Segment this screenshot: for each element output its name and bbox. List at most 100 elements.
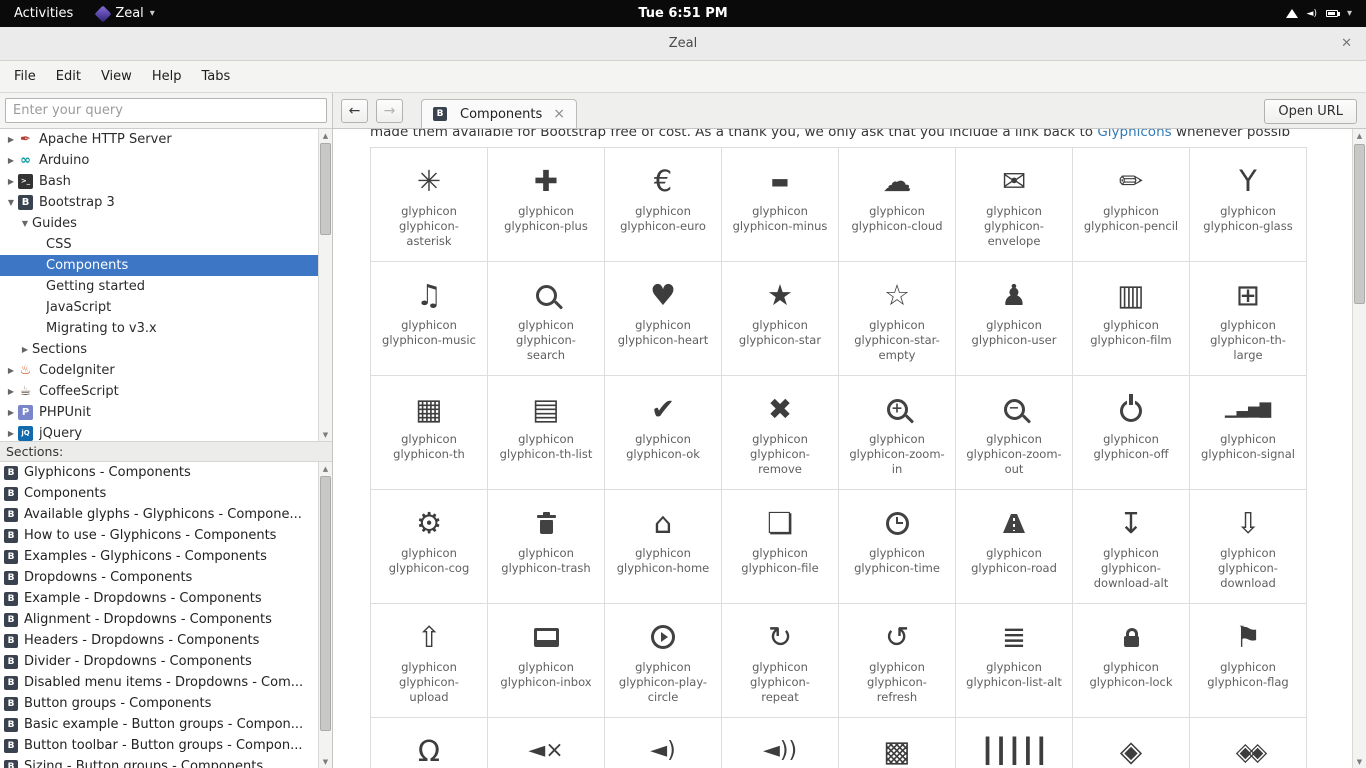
tree-item-sections[interactable]: ▶ Sections (0, 339, 332, 360)
back-button[interactable]: ← (341, 98, 368, 123)
section-item-available-glyphs-glyphicons-compone[interactable]: B Available glyphs - Glyphicons - Compone… (0, 504, 332, 525)
section-item-basic-example-button-groups-compon[interactable]: B Basic example - Button groups - Compon.… (0, 714, 332, 735)
expander-icon[interactable]: ▶ (4, 387, 18, 396)
envelope-icon: ✉ (1001, 163, 1027, 198)
expander-icon[interactable]: ▶ (4, 156, 18, 165)
scroll-down-icon[interactable]: ▼ (319, 755, 332, 768)
glyph-cell-th-list: ▤ glyphicon glyphicon-th-list (488, 376, 605, 490)
section-item-disabled-menu-items-dropdowns-com[interactable]: B Disabled menu items - Dropdowns - Com..… (0, 672, 332, 693)
menu-edit[interactable]: Edit (46, 64, 91, 89)
section-item-dropdowns-components[interactable]: B Dropdowns - Components (0, 567, 332, 588)
scroll-down-icon[interactable]: ▼ (1353, 755, 1366, 768)
glyphicons-link[interactable]: Glyphicons (1097, 129, 1171, 140)
tree-item-css[interactable]: CSS (0, 234, 332, 255)
tree-item-coffeescript[interactable]: ▶ ☕ CoffeeScript (0, 381, 332, 402)
scroll-up-icon[interactable]: ▲ (319, 129, 332, 142)
expander-icon[interactable]: ▼ (4, 198, 18, 207)
glyph-cell-upload: ⇧ glyphicon glyphicon-upload (371, 604, 488, 718)
content-scrollbar[interactable]: ▲ ▼ (1352, 129, 1366, 768)
star-empty-icon: ☆ (884, 277, 910, 312)
section-item-example-dropdowns-components[interactable]: B Example - Dropdowns - Components (0, 588, 332, 609)
tree-item-guides[interactable]: ▼ Guides (0, 213, 332, 234)
glyph-cell-remove: ✖ glyphicon glyphicon-remove (722, 376, 839, 490)
tree-item-phpunit[interactable]: ▶ P PHPUnit (0, 402, 332, 423)
expander-icon[interactable]: ▶ (18, 345, 32, 354)
section-item-button-toolbar-button-groups-compon[interactable]: B Button toolbar - Button groups - Compon… (0, 735, 332, 756)
section-item-glyphicons-components[interactable]: B Glyphicons - Components (0, 462, 332, 483)
sections-scrollbar[interactable]: ▲ ▼ (318, 462, 332, 768)
menu-file[interactable]: File (4, 64, 46, 89)
content-scrollbar-thumb[interactable] (1354, 144, 1365, 304)
clock[interactable]: Tue 6:51 PM (638, 6, 727, 21)
tree-item-arduino[interactable]: ▶ ∞ Arduino (0, 150, 332, 171)
menu-help[interactable]: Help (142, 64, 192, 89)
scroll-up-icon[interactable]: ▲ (1353, 129, 1366, 142)
section-item-button-groups-components[interactable]: B Button groups - Components (0, 693, 332, 714)
expander-icon[interactable]: ▶ (4, 408, 18, 417)
bootstrap-icon: B (4, 528, 18, 543)
glyph-label: glyphicon glyphicon-film (1090, 318, 1172, 347)
scroll-down-icon[interactable]: ▼ (319, 428, 332, 441)
bootstrap-icon: B (4, 738, 18, 753)
section-item-components[interactable]: B Components (0, 483, 332, 504)
tree-scrollbar[interactable]: ▲ ▼ (318, 129, 332, 441)
section-item-alignment-dropdowns-components[interactable]: B Alignment - Dropdowns - Components (0, 609, 332, 630)
glyph-label: glyphicon glyphicon-heart (617, 318, 709, 347)
expander-icon[interactable]: ▶ (4, 429, 18, 438)
tab-components[interactable]: B Components × (421, 99, 577, 128)
section-item-divider-dropdowns-components[interactable]: B Divider - Dropdowns - Components (0, 651, 332, 672)
tree-item-migrating-to-v3-x[interactable]: Migrating to v3.x (0, 318, 332, 339)
section-item-sizing-button-groups-components[interactable]: B Sizing - Button groups - Components (0, 756, 332, 768)
euro-icon: € (653, 163, 673, 198)
expander-icon[interactable]: ▶ (4, 135, 18, 144)
window-body: ▶✒Apache HTTP Server▶∞Arduino▶>_Bash▼BBo… (0, 93, 1366, 768)
plus-icon: ✚ (533, 163, 559, 198)
tree-item-label: JavaScript (46, 300, 112, 315)
tree-item-bootstrap-3[interactable]: ▼ B Bootstrap 3 (0, 192, 332, 213)
expander-icon[interactable]: ▶ (4, 177, 18, 186)
sections-scrollbar-thumb[interactable] (320, 476, 331, 731)
chevron-down-icon: ▾ (149, 8, 155, 19)
glyph-label: glyphicon glyphicon-download-alt (1093, 546, 1169, 590)
bootstrap-icon: B (4, 759, 18, 768)
tree-item-getting-started[interactable]: Getting started (0, 276, 332, 297)
tree-item-bash[interactable]: ▶ >_ Bash (0, 171, 332, 192)
star-icon: ★ (767, 277, 793, 312)
menu-view[interactable]: View (91, 64, 142, 89)
arduino-docset-icon: ∞ (20, 153, 31, 168)
bootstrap-icon: B (4, 696, 18, 711)
glyph-cell-volume-down: ◄)glyphicon glyphicon-volume-down (605, 718, 722, 768)
open-url-button[interactable]: Open URL (1264, 99, 1357, 124)
system-status-area[interactable]: ◄) ▾ (1285, 8, 1366, 19)
volume-icon: ◄) (1306, 8, 1317, 19)
activities-button[interactable]: Activities (0, 6, 87, 21)
section-item-how-to-use-glyphicons-components[interactable]: B How to use - Glyphicons - Components (0, 525, 332, 546)
section-item-examples-glyphicons-components[interactable]: B Examples - Glyphicons - Components (0, 546, 332, 567)
glyph-cell-repeat: ↻ glyphicon glyphicon-repeat (722, 604, 839, 718)
window-titlebar[interactable]: Zeal ✕ (0, 27, 1366, 61)
tree-item-codeigniter[interactable]: ▶ ♨ CodeIgniter (0, 360, 332, 381)
tree-item-components[interactable]: Components (0, 255, 332, 276)
tree-item-apache-http-server[interactable]: ▶ ✒ Apache HTTP Server (0, 129, 332, 150)
window-close-icon[interactable]: ✕ (1341, 36, 1352, 51)
expander-icon[interactable]: ▼ (18, 219, 32, 228)
cog-icon: ⚙ (416, 505, 442, 540)
section-item-label: Basic example - Button groups - Compon..… (24, 717, 304, 732)
menu-tabs[interactable]: Tabs (191, 64, 240, 89)
search-input[interactable] (5, 98, 327, 123)
tree-item-jquery[interactable]: ▶ jQ jQuery (0, 423, 332, 441)
glyph-label: glyphicon glyphicon-home (616, 546, 710, 575)
scroll-up-icon[interactable]: ▲ (319, 462, 332, 475)
tree-scrollbar-thumb[interactable] (320, 143, 331, 235)
app-menu[interactable]: Zeal ▾ (87, 5, 165, 22)
expander-icon[interactable]: ▶ (4, 366, 18, 375)
glyph-cell-volume-up: ◄))glyphicon glyphicon-volume-up (722, 718, 839, 768)
glyph-label: glyphicon glyphicon-zoom-out (966, 432, 1062, 476)
headphones-icon: Ω (417, 733, 441, 768)
forward-button[interactable]: → (376, 98, 403, 123)
glyph-cell-volume-off: ◄×glyphicon glyphicon-volume-off (488, 718, 605, 768)
tab-close-icon[interactable]: × (553, 106, 565, 122)
tree-item-javascript[interactable]: JavaScript (0, 297, 332, 318)
glyph-grid: ✳ glyphicon glyphicon-asterisk ✚ glyphicon … (370, 147, 1307, 768)
section-item-headers-dropdowns-components[interactable]: B Headers - Dropdowns - Components (0, 630, 332, 651)
